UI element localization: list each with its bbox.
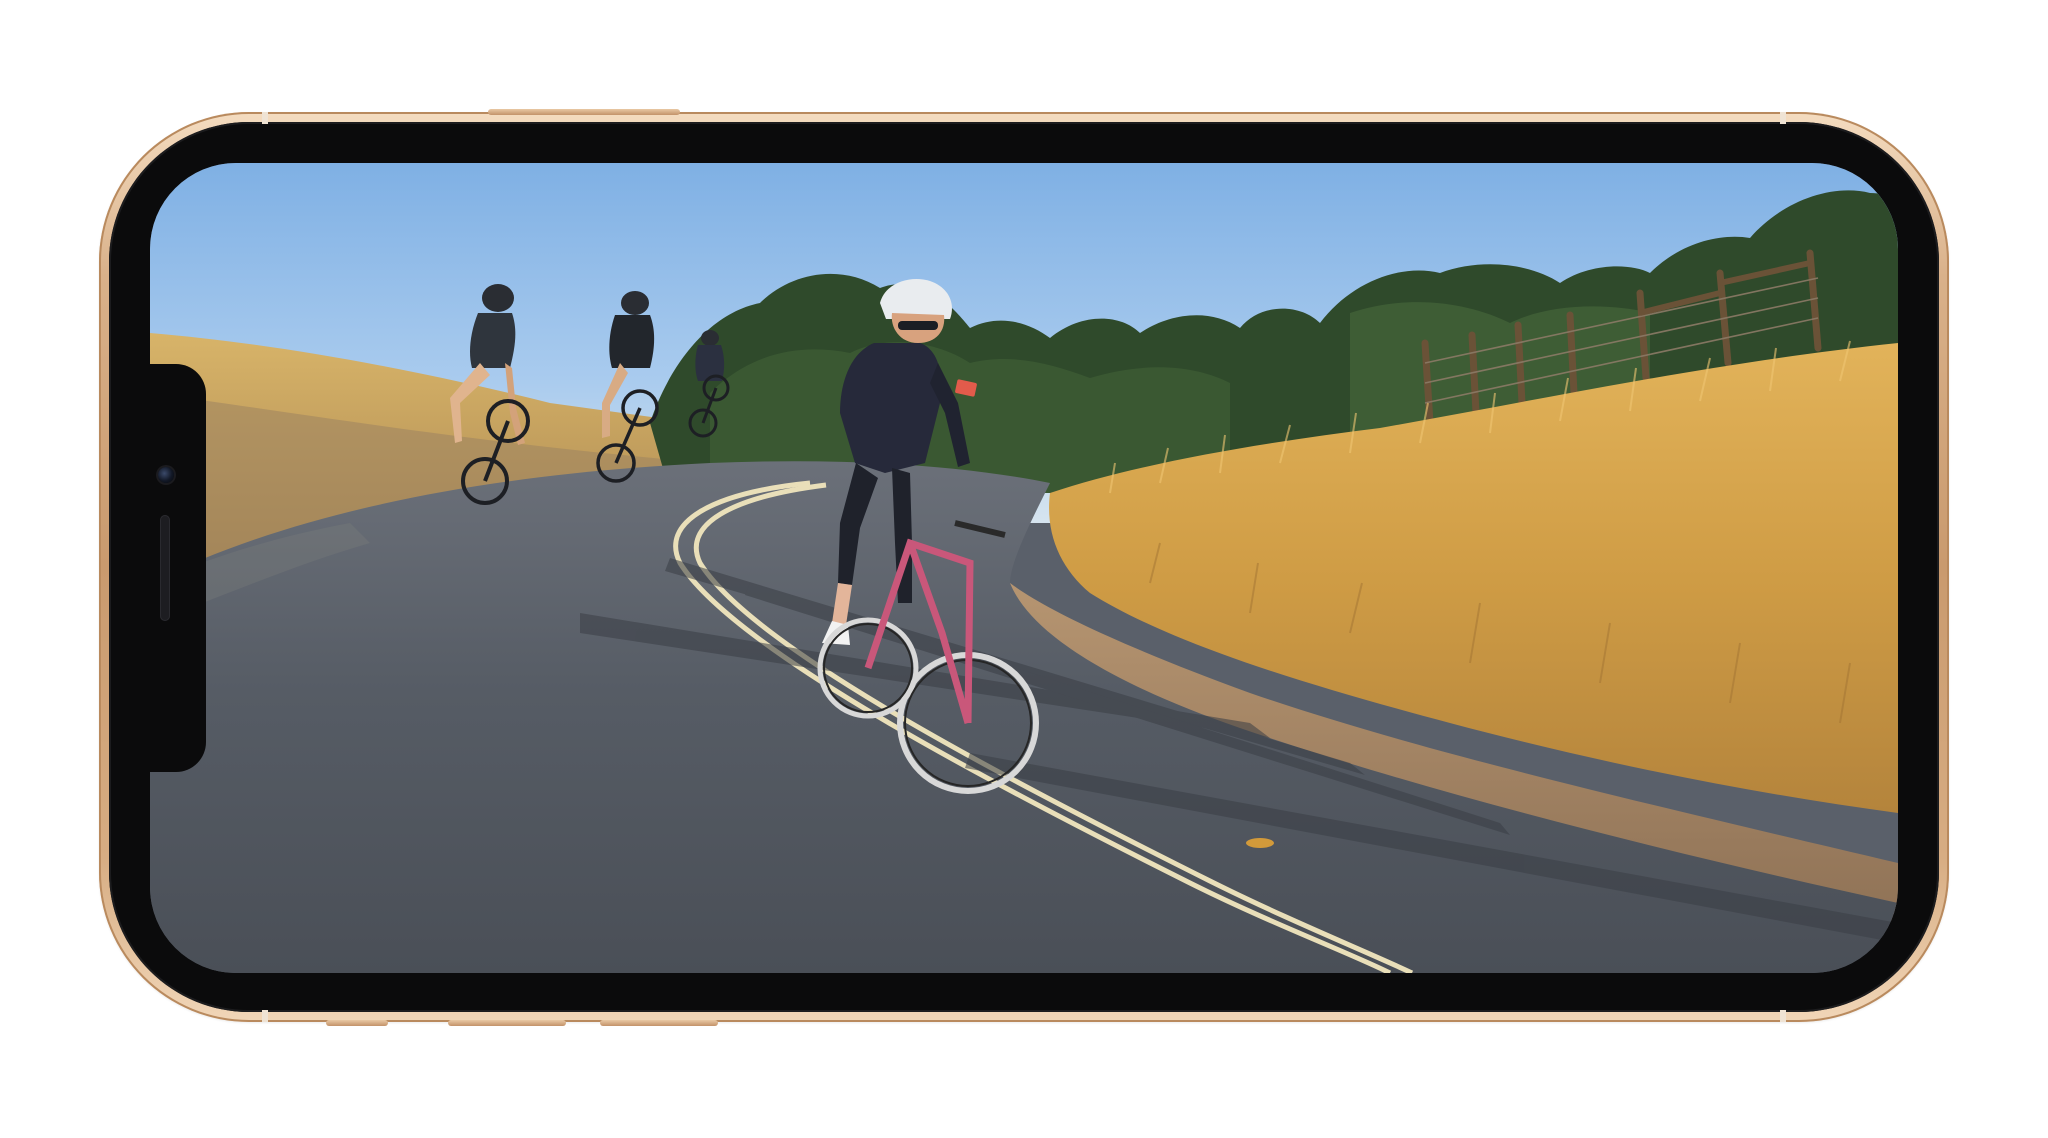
cyclists-photo xyxy=(150,163,1898,973)
earpiece-speaker-icon xyxy=(160,515,170,621)
phone-screen xyxy=(150,163,1898,973)
screen-notch xyxy=(150,364,206,772)
antenna-band xyxy=(262,112,268,124)
side-button[interactable] xyxy=(488,109,680,115)
stage xyxy=(0,0,2048,1138)
ring-silent-switch[interactable] xyxy=(326,1020,388,1026)
volume-down-button[interactable] xyxy=(600,1020,718,1026)
antenna-band xyxy=(1780,1010,1786,1022)
volume-up-button[interactable] xyxy=(448,1020,566,1026)
antenna-band xyxy=(1780,112,1786,124)
antenna-band xyxy=(262,1010,268,1022)
front-camera-icon xyxy=(158,467,174,483)
